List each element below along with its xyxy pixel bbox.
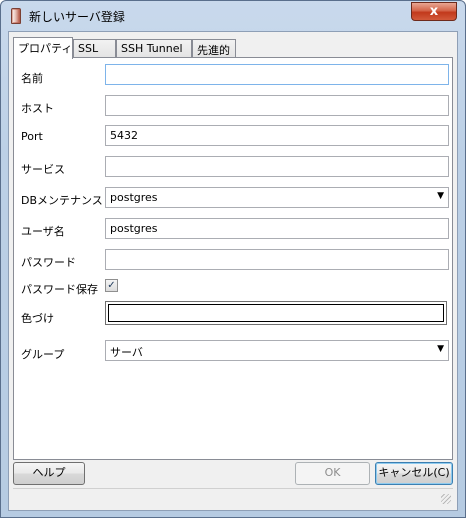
password-label: パスワード [21,256,76,269]
help-button[interactable]: ヘルプ [13,462,85,485]
host-label: ホスト [21,102,54,115]
ok-button[interactable]: OK [295,462,370,485]
service-field[interactable] [105,156,449,177]
name-field[interactable] [105,64,449,85]
status-bar [13,488,453,506]
service-label: サービス [21,163,65,176]
maintenance-db-combo[interactable]: postgres ▼ [105,187,449,208]
tab-ssh-tunnel[interactable]: SSH Tunnel [116,39,192,58]
colour-label: 色づけ [21,312,54,325]
window-title: 新しいサーバ登録 [29,10,125,24]
properties-panel: 名前 ホスト Port 5432 サービス DBメンテナンス postgres … [13,57,453,460]
maintenance-db-label: DBメンテナンス [21,194,103,207]
maintenance-db-value: postgres [110,191,158,204]
title-bar[interactable]: 新しいサーバ登録 x [1,1,465,31]
password-field[interactable] [105,249,449,270]
host-field[interactable] [105,95,449,116]
port-field[interactable]: 5432 [105,125,449,146]
resize-grip-icon[interactable] [441,494,451,504]
colour-picker-button[interactable] [105,301,447,325]
username-field[interactable]: postgres [105,218,449,239]
cancel-button[interactable]: キャンセル(C) [375,462,453,485]
colour-swatch [108,304,444,322]
dialog-window: 新しいサーバ登録 x プロパティ SSL SSH Tunnel 先進的 名前 ホ… [0,0,466,518]
group-label: グループ [21,348,65,361]
tab-advanced[interactable]: 先進的 [192,39,236,58]
dialog-client-area: プロパティ SSL SSH Tunnel 先進的 名前 ホスト Port 543… [8,31,458,511]
group-value: サーバ [110,346,143,359]
username-label: ユーザ名 [21,225,65,238]
name-label: 名前 [21,72,43,85]
save-password-checkbox[interactable]: ✓ [105,279,118,292]
save-password-label: パスワード保存 [21,283,98,296]
tab-properties[interactable]: プロパティ [13,37,73,59]
group-combo[interactable]: サーバ ▼ [105,340,449,361]
tab-ssl[interactable]: SSL [73,39,116,58]
app-icon [11,8,21,24]
dropdown-arrow-icon[interactable]: ▼ [437,191,444,201]
close-button[interactable]: x [411,2,457,21]
port-label: Port [21,130,43,143]
dropdown-arrow-icon[interactable]: ▼ [437,344,444,354]
